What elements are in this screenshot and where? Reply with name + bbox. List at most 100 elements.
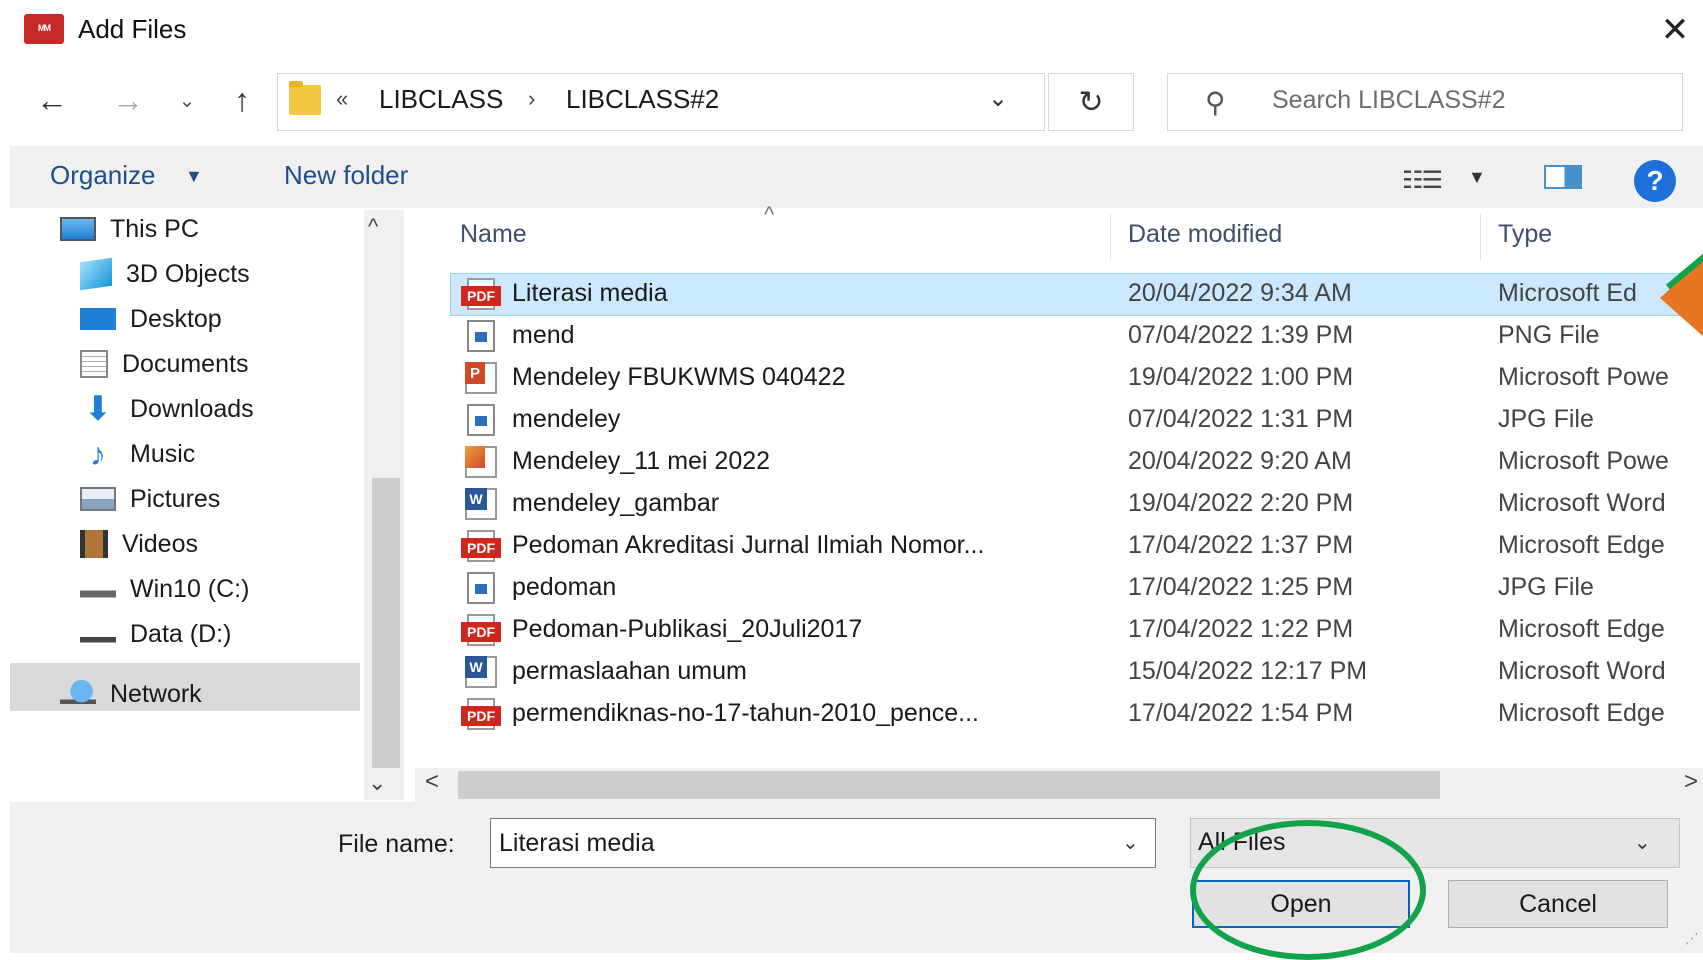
title-bar bbox=[0, 0, 1703, 60]
sort-ascending-icon: ^ bbox=[764, 202, 775, 227]
change-view-icon[interactable]: ☷☰ bbox=[1402, 166, 1443, 195]
file-date: 07/04/2022 1:39 PM bbox=[1128, 321, 1354, 349]
file-date: 19/04/2022 1:00 PM bbox=[1128, 363, 1354, 391]
powerpoint-show-icon bbox=[461, 446, 501, 478]
file-row[interactable]: PDF Pedoman Akreditasi Jurnal Ilmiah Nom… bbox=[0, 525, 1703, 567]
column-header-name[interactable]: Name bbox=[460, 220, 527, 249]
file-type: Microsoft Powe bbox=[1498, 363, 1669, 391]
file-name-field[interactable]: Literasi media bbox=[490, 818, 1156, 868]
file-row[interactable]: pedoman 17/04/2022 1:25 PM JPG File bbox=[0, 567, 1703, 609]
address-dropdown-icon[interactable]: ⌄ bbox=[988, 84, 1008, 113]
resize-grip-icon[interactable]: ⋰ bbox=[1685, 930, 1699, 947]
scroll-up-icon[interactable]: ^ bbox=[368, 214, 378, 240]
file-name: mendeley bbox=[512, 405, 621, 433]
chevron-down-icon[interactable]: ▼ bbox=[185, 166, 203, 187]
file-date: 17/04/2022 1:22 PM bbox=[1128, 615, 1354, 643]
app-logo-icon: ᴹᴹ bbox=[24, 14, 64, 44]
chevron-down-icon[interactable]: ⌄ bbox=[1634, 830, 1651, 855]
image-icon bbox=[461, 572, 501, 604]
annotation-ellipse bbox=[1190, 820, 1426, 960]
file-date: 17/04/2022 1:37 PM bbox=[1128, 531, 1354, 559]
breadcrumb-overflow-button[interactable]: « bbox=[336, 86, 348, 112]
file-type: Microsoft Word bbox=[1498, 657, 1666, 685]
horizontal-scrollbar-thumb[interactable] bbox=[458, 771, 1440, 799]
pdf-icon: PDF bbox=[461, 278, 501, 310]
scroll-down-icon[interactable]: ⌄ bbox=[368, 770, 386, 796]
breadcrumb-libclass[interactable]: LIBCLASS bbox=[379, 84, 503, 115]
close-button[interactable]: ✕ bbox=[1650, 8, 1700, 52]
file-type: JPG File bbox=[1498, 573, 1594, 601]
sidebar-item-this-pc[interactable]: This PC bbox=[60, 206, 199, 252]
pdf-icon: PDF bbox=[461, 530, 501, 562]
preview-pane-icon[interactable] bbox=[1544, 165, 1582, 189]
file-name: Pedoman-Publikasi_20Juli2017 bbox=[512, 615, 863, 643]
column-divider[interactable] bbox=[1480, 214, 1481, 260]
image-icon bbox=[461, 320, 501, 352]
breadcrumb-libclass2[interactable]: LIBCLASS#2 bbox=[566, 84, 719, 115]
file-name: pedoman bbox=[512, 573, 617, 601]
help-icon[interactable]: ? bbox=[1634, 160, 1676, 202]
image-icon bbox=[461, 404, 501, 436]
file-row[interactable]: permaslaahan umum 15/04/2022 12:17 PM Mi… bbox=[0, 651, 1703, 693]
file-name: Literasi media bbox=[512, 279, 668, 307]
file-name: permendiknas-no-17-tahun-2010_pence... bbox=[512, 699, 979, 727]
file-name-label: File name: bbox=[338, 830, 455, 858]
file-date: 17/04/2022 1:25 PM bbox=[1128, 573, 1354, 601]
command-bar bbox=[10, 146, 1703, 208]
cancel-button[interactable]: Cancel bbox=[1448, 880, 1668, 928]
file-row[interactable]: mendeley 07/04/2022 1:31 PM JPG File bbox=[0, 399, 1703, 441]
recent-locations-button[interactable]: ⌄ bbox=[172, 78, 202, 122]
file-name: Mendeley FBUKWMS 040422 bbox=[512, 363, 846, 391]
file-row[interactable]: PDF permendiknas-no-17-tahun-2010_pence.… bbox=[0, 693, 1703, 735]
file-name: permaslaahan umum bbox=[512, 657, 747, 685]
folder-icon bbox=[289, 81, 321, 115]
file-date: 17/04/2022 1:54 PM bbox=[1128, 699, 1354, 727]
column-divider[interactable] bbox=[1110, 214, 1111, 260]
file-row[interactable]: PDF Literasi media 20/04/2022 9:34 AM Mi… bbox=[0, 273, 1703, 315]
pdf-icon: PDF bbox=[461, 614, 501, 646]
scroll-right-icon[interactable]: > bbox=[1684, 768, 1698, 796]
column-header-date-modified[interactable]: Date modified bbox=[1128, 220, 1282, 249]
breadcrumb-separator-icon[interactable]: › bbox=[528, 86, 535, 112]
file-row[interactable]: mend 07/04/2022 1:39 PM PNG File bbox=[0, 315, 1703, 357]
file-row[interactable]: PDF Pedoman-Publikasi_20Juli2017 17/04/2… bbox=[0, 609, 1703, 651]
file-type: Microsoft Ed bbox=[1498, 279, 1637, 307]
organize-menu-button[interactable]: Organize bbox=[50, 160, 156, 191]
file-name-dropdown-icon[interactable]: ⌄ bbox=[1122, 830, 1139, 855]
forward-button[interactable]: → bbox=[108, 78, 148, 122]
file-type: Microsoft Edge bbox=[1498, 615, 1665, 643]
file-date: 20/04/2022 9:20 AM bbox=[1128, 447, 1352, 475]
file-row[interactable]: Mendeley FBUKWMS 040422 19/04/2022 1:00 … bbox=[0, 357, 1703, 399]
powerpoint-icon bbox=[461, 362, 501, 394]
file-date: 19/04/2022 2:20 PM bbox=[1128, 489, 1354, 517]
file-row[interactable]: Mendeley_11 mei 2022 20/04/2022 9:20 AM … bbox=[0, 441, 1703, 483]
file-type: Microsoft Edge bbox=[1498, 699, 1665, 727]
file-name: mend bbox=[512, 321, 575, 349]
column-header-type[interactable]: Type bbox=[1498, 220, 1552, 249]
file-type: Microsoft Edge bbox=[1498, 531, 1665, 559]
computer-icon bbox=[60, 217, 96, 241]
view-options-chevron-icon[interactable]: ▼ bbox=[1468, 167, 1486, 188]
sidebar-item-label: This PC bbox=[110, 214, 199, 243]
window-title: Add Files bbox=[78, 14, 187, 44]
word-icon bbox=[461, 656, 501, 688]
file-name: Pedoman Akreditasi Jurnal Ilmiah Nomor..… bbox=[512, 531, 985, 559]
file-type: JPG File bbox=[1498, 405, 1594, 433]
file-name: mendeley_gambar bbox=[512, 489, 720, 517]
file-date: 20/04/2022 9:34 AM bbox=[1128, 279, 1352, 307]
file-date: 15/04/2022 12:17 PM bbox=[1128, 657, 1368, 685]
file-name: Mendeley_11 mei 2022 bbox=[512, 447, 771, 475]
scroll-left-icon[interactable]: < bbox=[425, 768, 439, 796]
up-folder-button[interactable]: ↑ bbox=[222, 78, 262, 122]
file-type: Microsoft Word bbox=[1498, 489, 1666, 517]
search-icon: ⚲ bbox=[1205, 87, 1226, 118]
new-folder-button[interactable]: New folder bbox=[284, 160, 408, 191]
pdf-icon: PDF bbox=[461, 698, 501, 730]
word-icon bbox=[461, 488, 501, 520]
file-row[interactable]: mendeley_gambar 19/04/2022 2:20 PM Micro… bbox=[0, 483, 1703, 525]
search-placeholder: Search LIBCLASS#2 bbox=[1272, 86, 1506, 114]
refresh-button[interactable]: ↻ bbox=[1048, 73, 1134, 131]
back-button[interactable]: ← bbox=[32, 78, 72, 122]
file-date: 07/04/2022 1:31 PM bbox=[1128, 405, 1354, 433]
file-type: PNG File bbox=[1498, 321, 1600, 349]
